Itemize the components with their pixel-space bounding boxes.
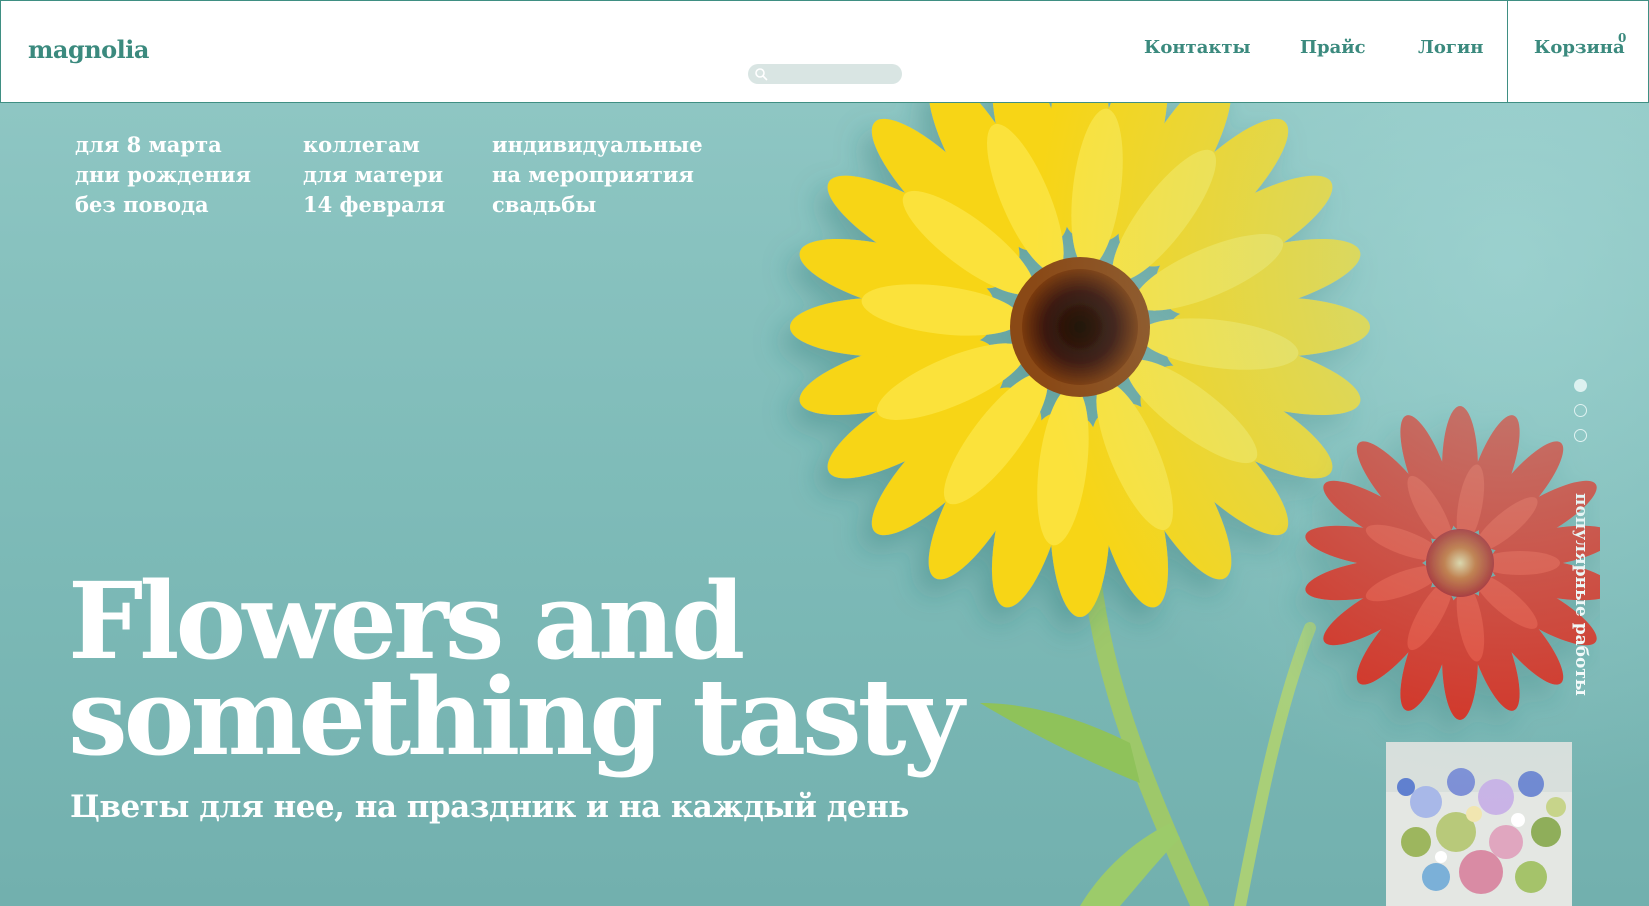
nav-cart[interactable]: Корзина: [1534, 37, 1625, 58]
category-link[interactable]: 14 февраля: [303, 190, 492, 220]
category-column: индивидуальные на мероприятия свадьбы: [492, 130, 732, 220]
category-link[interactable]: для 8 марта: [75, 130, 303, 160]
category-menu: для 8 марта дни рождения без повода колл…: [75, 130, 732, 220]
search-icon: [755, 68, 768, 81]
category-link[interactable]: на мероприятия: [492, 160, 732, 190]
bouquet-image: [1386, 742, 1572, 906]
popular-works-label[interactable]: популярные работы: [1571, 493, 1591, 696]
hero-subheadline: Цветы для нее, на праздник и на каждый д…: [70, 789, 909, 825]
category-link[interactable]: без повода: [75, 190, 303, 220]
search-input[interactable]: [748, 64, 902, 84]
hero-section: для 8 марта дни рождения без повода колл…: [0, 103, 1649, 906]
cart-button[interactable]: Корзина 0: [1507, 1, 1649, 104]
category-link[interactable]: для матери: [303, 160, 492, 190]
category-link[interactable]: индивидуальные: [492, 130, 732, 160]
site-header: magnolia Контакты Прайс Логин Корзина 0: [0, 0, 1649, 104]
slider-dot-1[interactable]: [1574, 379, 1587, 392]
nav-price[interactable]: Прайс: [1300, 37, 1366, 58]
slider-dots: [1574, 379, 1587, 442]
category-column: для 8 марта дни рождения без повода: [75, 130, 303, 220]
headline-line: something tasty: [68, 654, 964, 779]
nav-contacts[interactable]: Контакты: [1144, 37, 1251, 58]
category-column: коллегам для матери 14 февраля: [303, 130, 492, 220]
slider-dot-2[interactable]: [1574, 404, 1587, 417]
hero-headline: Flowers and something tasty: [68, 568, 964, 779]
nav-login[interactable]: Логин: [1418, 37, 1483, 58]
category-link[interactable]: дни рождения: [75, 160, 303, 190]
category-link[interactable]: свадьбы: [492, 190, 732, 220]
category-link[interactable]: коллегам: [303, 130, 492, 160]
cart-count-badge: 0: [1618, 31, 1627, 45]
slider-dot-3[interactable]: [1574, 429, 1587, 442]
popular-work-thumbnail[interactable]: [1386, 742, 1572, 906]
logo[interactable]: magnolia: [28, 35, 149, 64]
